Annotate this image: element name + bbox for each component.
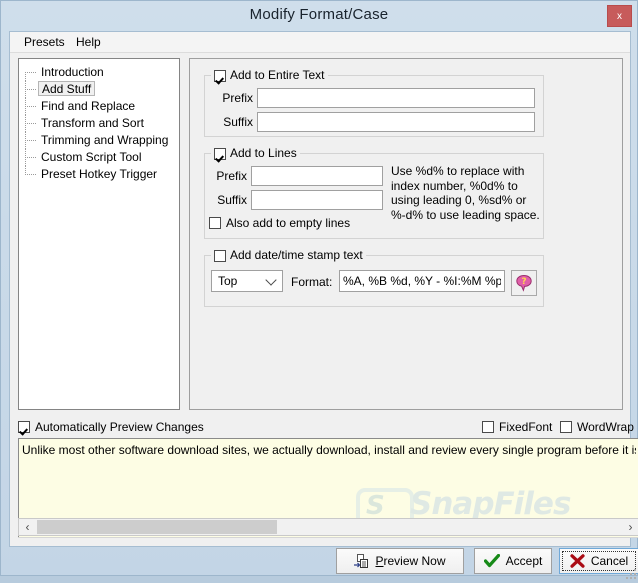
tree-dash: [25, 89, 36, 91]
menu-bar: Presets Help: [10, 32, 630, 53]
svg-text:?: ?: [521, 277, 526, 287]
tree-dash: [25, 140, 36, 142]
tree-dash: [25, 123, 36, 125]
tree-dash: [25, 72, 36, 74]
tree-item-custom-script-tool[interactable]: Custom Script Tool: [19, 149, 179, 166]
word-wrap-checkbox[interactable]: [560, 421, 572, 433]
preview-now-button[interactable]: Preview Now: [336, 548, 464, 574]
tree-item-label: Introduction: [41, 65, 104, 79]
scroll-right-arrow-icon[interactable]: ›: [622, 519, 638, 535]
tree-item-label: Find and Replace: [41, 99, 136, 113]
word-wrap-option[interactable]: WordWrap: [560, 420, 634, 434]
window-title: Modify Format/Case: [249, 6, 389, 23]
group-add-to-entire-text: Add to Entire Text Prefix Suffix: [204, 68, 544, 137]
group-add-datetime-stamp: Add date/time stamp text Top Format: ?: [204, 248, 544, 307]
lines-format-hint: Use %d% to replace with index number, %0…: [391, 164, 540, 222]
entire-suffix-input[interactable]: [257, 112, 535, 132]
lines-prefix-label: Prefix: [216, 169, 247, 183]
tree-item-label: Transform and Sort: [41, 116, 144, 130]
title-bar: Modify Format/Case x: [1, 1, 637, 31]
add-to-entire-text-checkbox[interactable]: [214, 69, 226, 82]
preview-horizontal-scrollbar[interactable]: ‹ ›: [18, 518, 638, 536]
datetime-format-label: Format:: [291, 275, 333, 289]
fixed-font-option[interactable]: FixedFont: [482, 420, 552, 434]
tree-item-find-and-replace[interactable]: Find and Replace: [19, 98, 179, 115]
group-title-label: Add to Entire Text: [230, 68, 325, 82]
close-button[interactable]: x: [607, 5, 632, 27]
group-title-label: Add date/time stamp text: [230, 248, 363, 262]
chevron-down-icon: [265, 274, 277, 286]
tree-item-add-stuff[interactable]: Add Stuff: [19, 81, 179, 98]
focus-ring: [562, 551, 636, 571]
also-add-empty-lines-label: Also add to empty lines: [226, 216, 351, 230]
auto-preview-label: Automatically Preview Changes: [35, 420, 204, 434]
datetime-format-help-button[interactable]: ?: [511, 270, 537, 296]
also-add-empty-lines-option[interactable]: Also add to empty lines: [209, 216, 350, 230]
dialog-window: Modify Format/Case x Presets Help Introd…: [0, 0, 638, 579]
dialog-button-bar: Preview Now Accept Cancel: [18, 537, 638, 583]
check-icon: [483, 554, 500, 568]
tree-item-trimming-and-wrapping[interactable]: Trimming and Wrapping: [19, 132, 179, 149]
auto-preview-option[interactable]: Automatically Preview Changes: [18, 420, 204, 434]
entire-suffix-label: Suffix: [223, 115, 253, 129]
tree-item-transform-and-sort[interactable]: Transform and Sort: [19, 115, 179, 132]
accept-label: Accept: [505, 554, 543, 568]
accept-button[interactable]: Accept: [474, 548, 552, 574]
navigation-tree[interactable]: Introduction Add Stuff Find and Replace …: [18, 58, 180, 410]
word-wrap-label: WordWrap: [577, 420, 634, 434]
scrollbar-thumb[interactable]: [37, 520, 277, 534]
lines-suffix-input[interactable]: [251, 190, 383, 210]
group-title-datetime: Add date/time stamp text: [211, 248, 366, 263]
tree-item-introduction[interactable]: Introduction: [19, 64, 179, 81]
question-balloon-icon: ?: [516, 274, 532, 292]
group-add-to-lines: Add to Lines Prefix Suffix Use %d% to re…: [204, 146, 544, 239]
tree-item-label: Trimming and Wrapping: [41, 133, 169, 147]
tree-dash: [25, 157, 36, 159]
add-datetime-stamp-checkbox[interactable]: [214, 249, 226, 262]
fixed-font-label: FixedFont: [499, 420, 553, 434]
entire-prefix-input[interactable]: [257, 88, 535, 108]
group-title-label: Add to Lines: [230, 146, 297, 160]
datetime-position-value: Top: [218, 274, 238, 288]
preview-now-accelerator: P: [375, 554, 384, 568]
menu-presets[interactable]: Presets: [18, 35, 71, 50]
tree-dash: [25, 174, 36, 176]
add-to-lines-checkbox[interactable]: [214, 147, 226, 160]
tree-dash: [25, 106, 36, 108]
auto-preview-checkbox[interactable]: [18, 421, 30, 433]
tree-item-preset-hotkey-trigger[interactable]: Preset Hotkey Trigger: [19, 166, 179, 183]
preview-text: Unlike most other software download site…: [22, 443, 636, 457]
settings-panel: Add to Entire Text Prefix Suffix Add to …: [189, 58, 623, 410]
preview-options-row: Automatically Preview Changes FixedFont …: [18, 418, 638, 438]
copy-to-document-icon: [354, 553, 369, 568]
fixed-font-checkbox[interactable]: [482, 421, 494, 433]
scroll-left-arrow-icon[interactable]: ‹: [19, 519, 36, 535]
also-add-empty-lines-checkbox[interactable]: [209, 217, 221, 229]
tree-item-label: Custom Script Tool: [41, 150, 142, 164]
preview-now-rest: review Now: [383, 554, 446, 568]
datetime-format-input[interactable]: [339, 270, 505, 292]
client-area: Presets Help Introduction Add Stuff Find…: [9, 31, 638, 579]
preview-now-label: Preview Now: [375, 554, 445, 568]
tree-item-label: Preset Hotkey Trigger: [41, 167, 158, 181]
tree-item-label: Add Stuff: [38, 81, 96, 96]
resize-grip-icon[interactable]: [626, 569, 636, 579]
lines-suffix-label: Suffix: [217, 193, 247, 207]
lines-prefix-input[interactable]: [251, 166, 383, 186]
menu-help[interactable]: Help: [70, 35, 107, 50]
entire-prefix-label: Prefix: [222, 91, 253, 105]
group-title-add-to-entire-text: Add to Entire Text: [211, 68, 328, 83]
group-title-add-to-lines: Add to Lines: [211, 146, 300, 161]
datetime-position-select[interactable]: Top: [211, 270, 283, 292]
